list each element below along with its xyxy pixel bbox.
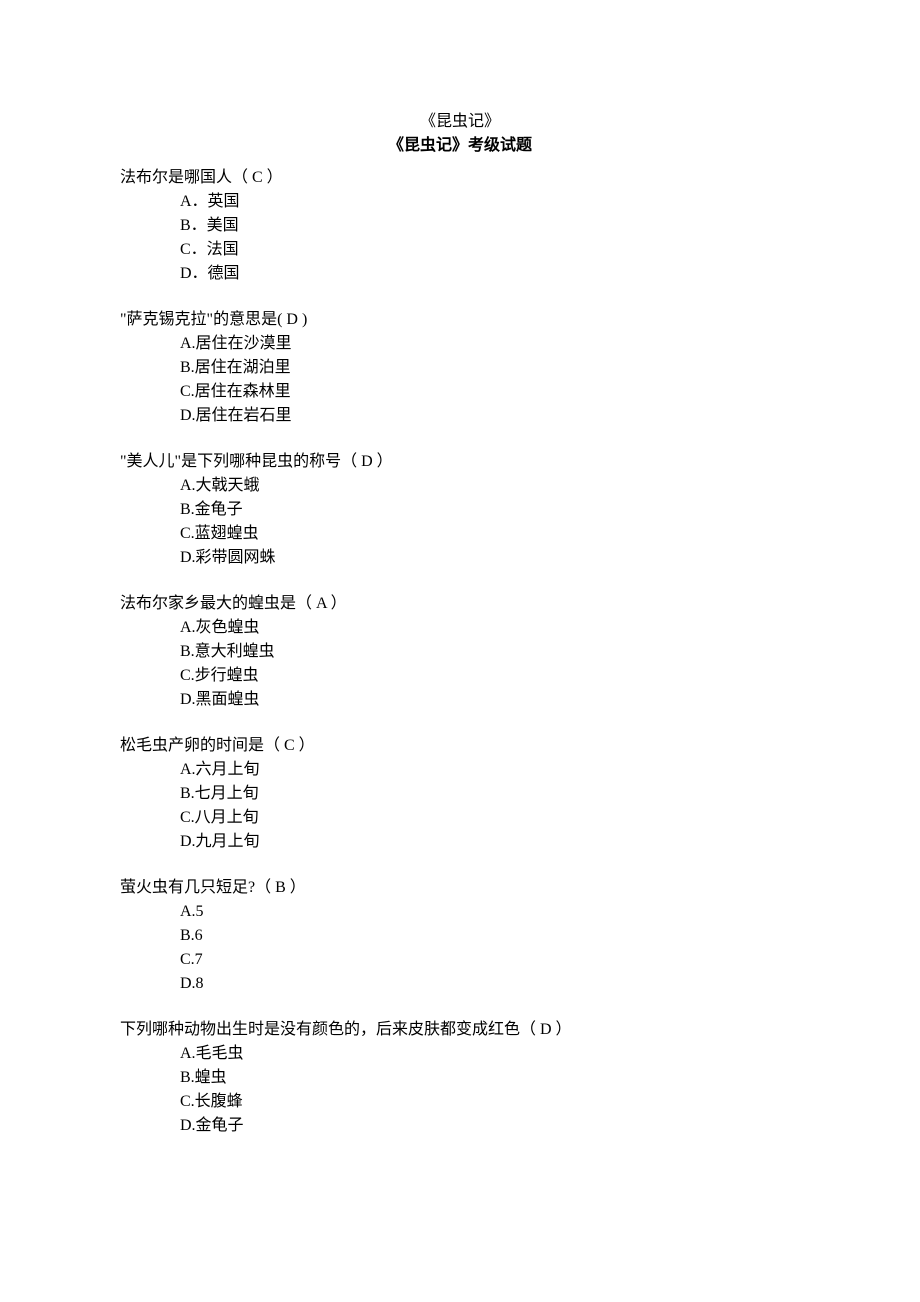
option: A.灰色蝗虫 xyxy=(180,616,800,640)
option: D.黑面蝗虫 xyxy=(180,688,800,712)
question-text: "萨克锡克拉"的意思是( D ) xyxy=(120,308,800,332)
document-subtitle: 《昆虫记》考级试题 xyxy=(120,134,800,158)
options-list: A.5 B.6 C.7 D.8 xyxy=(120,900,800,996)
option: D.九月上旬 xyxy=(180,830,800,854)
option: A.毛毛虫 xyxy=(180,1042,800,1066)
options-list: A．英国 B．美国 C．法国 D．德国 xyxy=(120,190,800,286)
question-text: 法布尔家乡最大的蝗虫是（ A ） xyxy=(120,592,800,616)
option: A．英国 xyxy=(180,190,800,214)
option: C.居住在森林里 xyxy=(180,380,800,404)
option: C.八月上旬 xyxy=(180,806,800,830)
document-title: 《昆虫记》 xyxy=(120,110,800,134)
options-list: A.毛毛虫 B.蝗虫 C.长腹蜂 D.金龟子 xyxy=(120,1042,800,1138)
option: C.长腹蜂 xyxy=(180,1090,800,1114)
option: B.意大利蝗虫 xyxy=(180,640,800,664)
option: B.七月上旬 xyxy=(180,782,800,806)
question-block: 法布尔家乡最大的蝗虫是（ A ） A.灰色蝗虫 B.意大利蝗虫 C.步行蝗虫 D… xyxy=(120,592,800,712)
option: C.步行蝗虫 xyxy=(180,664,800,688)
option: C．法国 xyxy=(180,238,800,262)
option: A.大戟天蛾 xyxy=(180,474,800,498)
option: A.六月上旬 xyxy=(180,758,800,782)
option: D.金龟子 xyxy=(180,1114,800,1138)
question-text: 法布尔是哪国人（ C ） xyxy=(120,166,800,190)
options-list: A.大戟天蛾 B.金龟子 C.蓝翅蝗虫 D.彩带圆网蛛 xyxy=(120,474,800,570)
option: B.金龟子 xyxy=(180,498,800,522)
question-block: "美人儿"是下列哪种昆虫的称号（ D ） A.大戟天蛾 B.金龟子 C.蓝翅蝗虫… xyxy=(120,450,800,570)
document-page: 《昆虫记》 《昆虫记》考级试题 法布尔是哪国人（ C ） A．英国 B．美国 C… xyxy=(0,0,920,1220)
options-list: A.六月上旬 B.七月上旬 C.八月上旬 D.九月上旬 xyxy=(120,758,800,854)
options-list: A.居住在沙漠里 B.居住在湖泊里 C.居住在森林里 D.居住在岩石里 xyxy=(120,332,800,428)
option: B.6 xyxy=(180,924,800,948)
option: A.5 xyxy=(180,900,800,924)
question-text: 萤火虫有几只短足?（ B ） xyxy=(120,876,800,900)
question-block: 法布尔是哪国人（ C ） A．英国 B．美国 C．法国 D．德国 xyxy=(120,166,800,286)
option: A.居住在沙漠里 xyxy=(180,332,800,356)
option: B．美国 xyxy=(180,214,800,238)
option: D.彩带圆网蛛 xyxy=(180,546,800,570)
option: C.蓝翅蝗虫 xyxy=(180,522,800,546)
question-block: "萨克锡克拉"的意思是( D ) A.居住在沙漠里 B.居住在湖泊里 C.居住在… xyxy=(120,308,800,428)
question-block: 松毛虫产卵的时间是（ C ） A.六月上旬 B.七月上旬 C.八月上旬 D.九月… xyxy=(120,734,800,854)
option: D.8 xyxy=(180,972,800,996)
question-text: 松毛虫产卵的时间是（ C ） xyxy=(120,734,800,758)
option: D．德国 xyxy=(180,262,800,286)
question-text: "美人儿"是下列哪种昆虫的称号（ D ） xyxy=(120,450,800,474)
option: C.7 xyxy=(180,948,800,972)
question-block: 下列哪种动物出生时是没有颜色的，后来皮肤都变成红色（ D ） A.毛毛虫 B.蝗… xyxy=(120,1018,800,1138)
question-text: 下列哪种动物出生时是没有颜色的，后来皮肤都变成红色（ D ） xyxy=(120,1018,800,1042)
options-list: A.灰色蝗虫 B.意大利蝗虫 C.步行蝗虫 D.黑面蝗虫 xyxy=(120,616,800,712)
option: B.居住在湖泊里 xyxy=(180,356,800,380)
option: D.居住在岩石里 xyxy=(180,404,800,428)
option: B.蝗虫 xyxy=(180,1066,800,1090)
question-block: 萤火虫有几只短足?（ B ） A.5 B.6 C.7 D.8 xyxy=(120,876,800,996)
